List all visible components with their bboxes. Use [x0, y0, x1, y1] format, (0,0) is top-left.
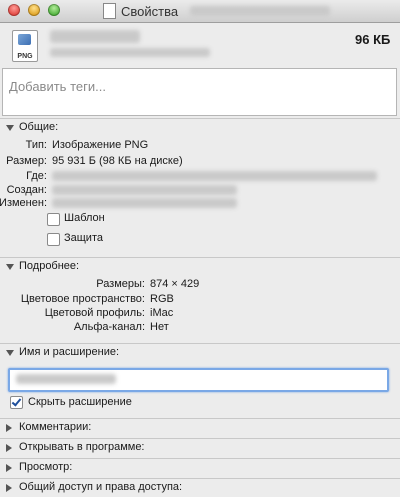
locked-checkbox[interactable]	[47, 233, 60, 246]
disclosure-collapsed-icon	[6, 464, 12, 472]
window-title: Свойства	[121, 4, 179, 19]
disclosure-expanded-icon	[6, 350, 14, 356]
redacted-created-value	[52, 185, 237, 195]
section-name-extension-header[interactable]: Имя и расширение:	[0, 343, 400, 362]
redacted-filename	[190, 6, 330, 16]
section-general-header[interactable]: Общие:	[0, 118, 400, 137]
section-preview-header[interactable]: Просмотр:	[0, 458, 400, 477]
hide-extension-label: Скрыть расширение	[28, 396, 132, 408]
minimize-window-button[interactable]	[28, 4, 40, 16]
section-sharing-permissions-title: Общий доступ и права доступа:	[19, 481, 183, 493]
section-general-title: Общие:	[19, 121, 59, 133]
title-bar: Свойства	[0, 0, 400, 23]
section-name-extension-title: Имя и расширение:	[19, 346, 120, 358]
disclosure-expanded-icon	[6, 264, 14, 270]
section-sharing-permissions-header[interactable]: Общий доступ и права доступа:	[0, 478, 400, 497]
section-comments-header[interactable]: Комментарии:	[0, 418, 400, 437]
file-type-label: PNG	[17, 53, 33, 60]
template-checkbox[interactable]	[47, 213, 60, 226]
close-window-button[interactable]	[8, 4, 20, 16]
image-glyph-icon	[18, 34, 31, 45]
disclosure-collapsed-icon	[6, 484, 12, 492]
document-icon	[103, 3, 116, 19]
size-label: Размер:	[6, 155, 47, 167]
template-label: Шаблон	[64, 212, 105, 224]
redacted-filename-header	[50, 30, 140, 43]
section-comments-title: Комментарии:	[19, 421, 92, 433]
alpha-value: Нет	[150, 321, 169, 333]
disclosure-collapsed-icon	[6, 444, 12, 452]
created-label: Создан:	[6, 184, 47, 196]
redacted-where-value	[52, 171, 377, 181]
locked-label: Защита	[64, 232, 103, 244]
modified-label: Изменен:	[0, 197, 47, 209]
redacted-filename-value	[16, 374, 116, 384]
zoom-window-button[interactable]	[48, 4, 60, 16]
disclosure-expanded-icon	[6, 125, 14, 131]
where-label: Где:	[26, 170, 47, 182]
size-value: 95 931 Б (98 КБ на диске)	[52, 155, 183, 167]
color-profile-label: Цветовой профиль:	[44, 307, 145, 319]
tags-field[interactable]: Добавить теги...	[2, 68, 397, 116]
section-more-info-header[interactable]: Подробнее:	[0, 257, 400, 276]
tags-placeholder: Добавить теги...	[9, 79, 106, 94]
dimensions-label: Размеры:	[96, 278, 145, 290]
redacted-modified-date	[50, 48, 210, 57]
section-more-info-title: Подробнее:	[19, 260, 80, 272]
dimensions-value: 874 × 429	[150, 278, 200, 290]
png-file-icon: PNG	[12, 30, 38, 62]
section-open-with-header[interactable]: Открывать в программе:	[0, 438, 400, 457]
section-preview-title: Просмотр:	[19, 461, 73, 473]
hide-extension-checkbox[interactable]	[10, 396, 23, 409]
filename-input[interactable]	[8, 368, 389, 392]
disclosure-collapsed-icon	[6, 424, 12, 432]
alpha-label: Альфа-канал:	[73, 321, 145, 333]
redacted-modified-value	[52, 198, 237, 208]
type-label: Тип:	[25, 139, 47, 151]
color-space-value: RGB	[150, 293, 174, 305]
file-size-summary: 96 КБ	[355, 32, 391, 47]
color-space-label: Цветовое пространство:	[20, 293, 145, 305]
type-value: Изображение PNG	[52, 139, 149, 151]
section-open-with-title: Открывать в программе:	[19, 441, 145, 453]
color-profile-value: iMac	[150, 307, 174, 319]
